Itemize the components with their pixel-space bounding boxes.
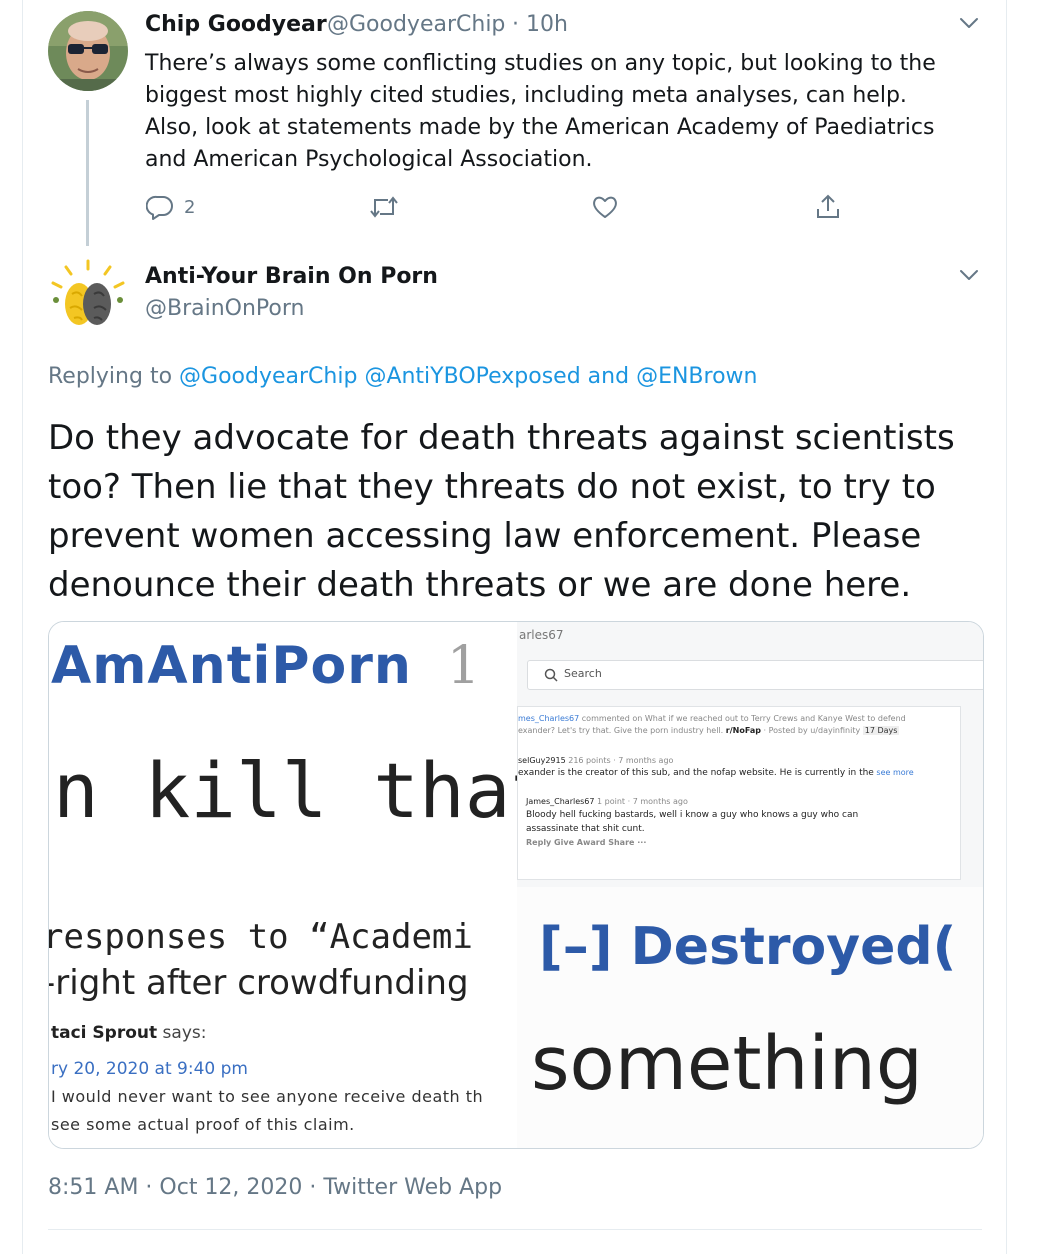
media1-line: n kill that b	[53, 746, 517, 835]
media3-author-line: taci Sprout says:	[51, 1023, 206, 1043]
retweet-icon	[370, 196, 398, 218]
like-button[interactable]	[591, 193, 619, 221]
media4-title: [–] Destroyed(	[539, 917, 957, 977]
share-icon	[817, 194, 839, 218]
media2-item1-mid: commented on	[581, 714, 643, 723]
media2-search[interactable]: Search	[527, 660, 983, 690]
media3-body1: I would never want to see anyone receive…	[51, 1087, 484, 1106]
media2-item1-sub: r/NoFap	[725, 726, 761, 735]
media2-item3-meta: 1 point · 7 months ago	[597, 797, 688, 806]
retweet-button[interactable]	[369, 193, 399, 221]
author-handle-2[interactable]: @BrainOnPorn	[145, 296, 304, 321]
media2-item2-meta: 216 points · 7 months ago	[568, 756, 674, 765]
media2-item3: James_Charles67 1 point · 7 months ago B…	[526, 795, 946, 849]
media2-item3-user: James_Charles67	[526, 797, 595, 806]
share-button[interactable]	[814, 193, 842, 221]
media2-item1-user: mes_Charles67	[518, 714, 580, 723]
media2-item3-text2: assassinate that shit cunt.	[526, 824, 645, 834]
author-handle[interactable]: @GoodyearChip	[327, 12, 505, 37]
reply-icon	[146, 195, 173, 220]
media2-item1-rest: What if we reached out to Terry Crews an…	[644, 714, 906, 723]
media2-item2-text: exander is the creator of this sub, and …	[518, 768, 874, 778]
media2-panel: mes_Charles67 commented on What if we re…	[517, 706, 961, 880]
chevron-down-icon[interactable]	[956, 262, 982, 288]
search-icon	[544, 668, 558, 682]
media-collage[interactable]: AmAntiPorn 1 n kill that b arles67 Searc…	[48, 621, 984, 1149]
tweet-timestamp[interactable]: 8:51 AM · Oct 12, 2020 · Twitter Web App	[48, 1175, 502, 1200]
media1-title-num: 1	[446, 636, 482, 696]
media1-title: AmAntiPorn 1	[51, 636, 481, 696]
media1-title-text: AmAntiPorn	[51, 636, 412, 696]
replying-prefix: Replying to	[48, 364, 173, 389]
mention-enbrown[interactable]: @ENBrown	[636, 364, 757, 389]
media2-item2-user: selGuy2915	[518, 756, 566, 765]
main-tweet-body: Do they advocate for death threats again…	[48, 418, 955, 605]
media-image-1[interactable]: AmAntiPorn 1 n kill that b	[49, 622, 517, 887]
heart-icon	[593, 196, 617, 218]
media2-item2-more: see more	[876, 768, 914, 777]
media3-says: says:	[162, 1023, 207, 1043]
media2-item1-line2: exander? Let's try that. Give the porn i…	[518, 726, 724, 735]
divider	[48, 1229, 982, 1230]
media2-item3-actions: Reply Give Award Share ···	[526, 838, 647, 847]
mention-goodyearchip[interactable]: @GoodyearChip	[179, 364, 357, 389]
media-image-2[interactable]: arles67 Search mes_Charles67 commented o…	[517, 622, 983, 887]
thread-line	[86, 100, 89, 246]
chip-goodyear-avatar[interactable]	[48, 11, 128, 91]
media2-item1: mes_Charles67 commented on What if we re…	[518, 713, 954, 737]
tweet-age[interactable]: · 10h	[512, 12, 568, 37]
mention-antiybopexposed[interactable]: @AntiYBOPexposed	[364, 364, 580, 389]
media3-author: taci Sprout	[51, 1023, 158, 1043]
media2-item1-badge: 17 Days	[862, 726, 900, 735]
media-image-4[interactable]: [–] Destroyed( something	[517, 887, 983, 1148]
media3-body2: see some actual proof of this claim.	[51, 1115, 355, 1134]
tweet-body: There’s always some conflicting studies …	[145, 51, 936, 172]
media4-line: something	[531, 1021, 923, 1107]
media2-header: arles67	[519, 628, 564, 642]
media2-search-label: Search	[564, 667, 602, 680]
reply-count: 2	[184, 196, 196, 218]
author-name[interactable]: Chip Goodyear	[145, 12, 327, 37]
replying-and: and	[587, 364, 630, 389]
media2-item3-text1: Bloody hell fucking bastards, well i kno…	[526, 810, 859, 820]
media2-item1-posted: · Posted by u/dayinfinity	[763, 726, 861, 735]
media3-date: ry 20, 2020 at 9:40 pm	[51, 1059, 248, 1079]
media3-line2: -right after crowdfunding	[49, 963, 469, 1003]
media-image-3[interactable]: responses to “Academi -right after crowd…	[49, 887, 517, 1148]
replying-to: Replying to @GoodyearChip @AntiYBOPexpos…	[48, 364, 757, 389]
brain-on-porn-avatar[interactable]	[48, 258, 128, 338]
chevron-down-icon[interactable]	[956, 10, 982, 36]
reply-button[interactable]: 2	[146, 193, 195, 221]
media3-line1: responses to “Academi	[49, 917, 473, 957]
author-name-2[interactable]: Anti-Your Brain On Porn	[145, 264, 438, 289]
media2-item2: selGuy2915 216 points · 7 months ago exa…	[518, 755, 954, 779]
